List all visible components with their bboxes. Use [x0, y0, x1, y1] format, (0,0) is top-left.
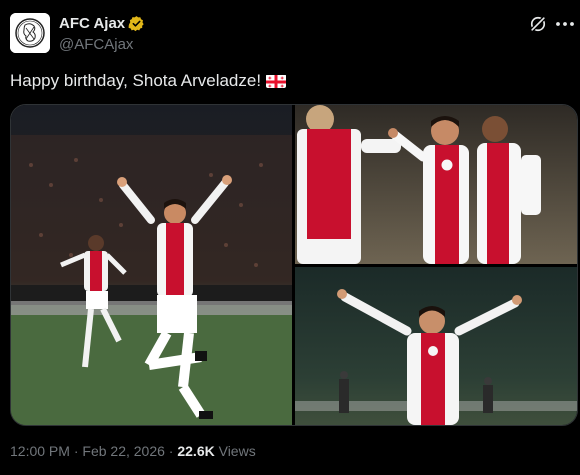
grok-icon[interactable]	[528, 14, 548, 34]
tweet-text: Happy birthday, Shota Arveladze!	[10, 71, 287, 91]
photo-celebration-pitch[interactable]	[11, 105, 292, 425]
tweet-text-body: Happy birthday, Shota Arveladze!	[10, 71, 262, 90]
views-count[interactable]: 22.6K	[177, 443, 214, 459]
display-name[interactable]: AFC Ajax	[59, 15, 125, 32]
meta-separator: ·	[168, 443, 174, 459]
meta-separator: ·	[73, 443, 79, 459]
views-label[interactable]: Views	[219, 443, 256, 459]
photo-teammates-laudrup[interactable]	[295, 105, 577, 264]
tweet-meta: 12:00 PM · Feb 22, 2026 · 22.6K Views	[10, 443, 256, 459]
ajax-logo-icon	[10, 13, 50, 53]
more-options-icon[interactable]	[554, 14, 576, 34]
georgia-flag-icon	[266, 74, 287, 88]
author-name-row[interactable]: AFC Ajax	[59, 15, 145, 32]
media-grid	[10, 104, 578, 426]
verified-badge-icon	[128, 16, 144, 32]
tweet-time[interactable]: 12:00 PM	[10, 443, 70, 459]
avatar[interactable]	[10, 13, 50, 53]
photo-arms-raised[interactable]	[295, 267, 577, 425]
handle[interactable]: @AFCAjax	[59, 36, 133, 53]
tweet-date[interactable]: Feb 22, 2026	[82, 443, 165, 459]
